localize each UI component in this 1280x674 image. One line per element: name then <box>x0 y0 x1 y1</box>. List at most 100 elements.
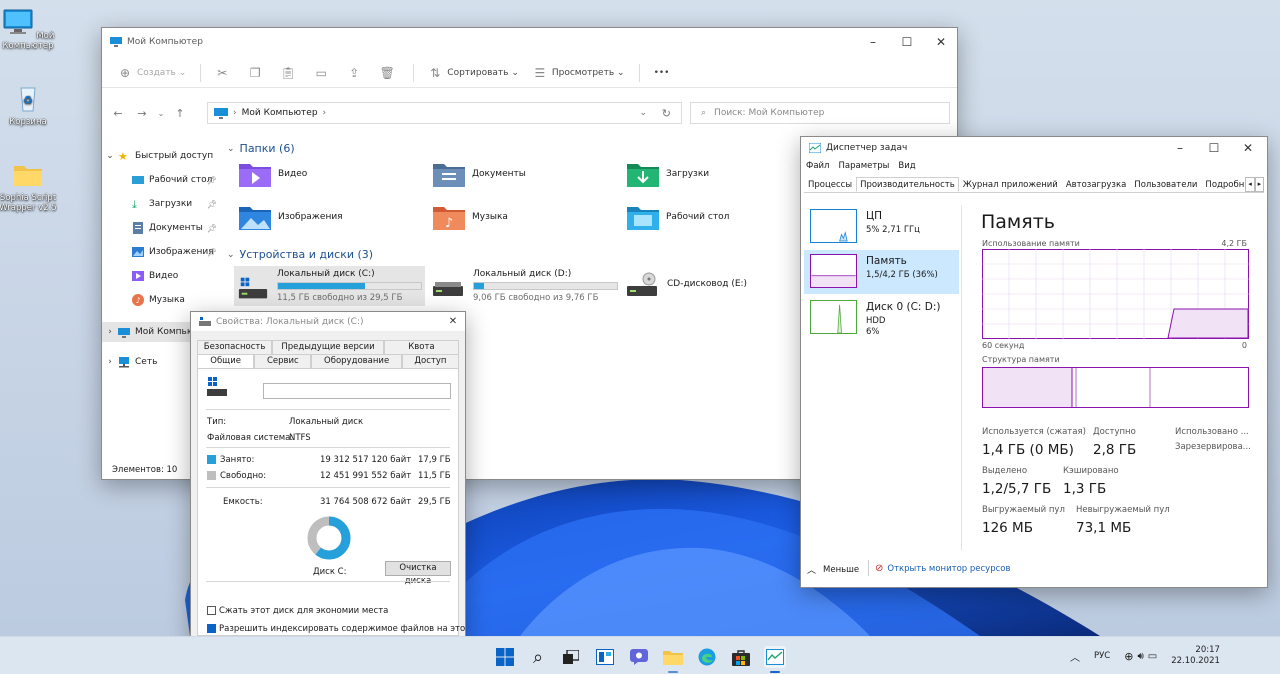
drive-name-input[interactable] <box>263 383 451 399</box>
music-folder-icon: ♪ <box>433 207 465 231</box>
drive-item-c[interactable]: Локальный диск (C:) 11,5 ГБ свободно из … <box>234 266 425 306</box>
copy-button[interactable]: ❐ <box>248 66 267 80</box>
speaker-icon[interactable]: 🔊︎ <box>1137 651 1143 662</box>
task-manager-window[interactable]: Диспетчер задач – ☐ ✕ Файл Параметры Вид… <box>800 136 1268 588</box>
cut-button[interactable]: ✂ <box>215 66 234 80</box>
search-input[interactable]: ⌕ Поиск: Мой Компьютер <box>690 102 950 124</box>
close-button[interactable]: ✕ <box>1231 137 1265 159</box>
properties-dialog[interactable]: Свойства: Локальный диск (C:) ✕ Безопасн… <box>190 311 466 641</box>
pin-icon: 📌︎ <box>206 199 217 209</box>
widgets-icon[interactable] <box>594 646 616 668</box>
view-button[interactable]: ☰ Просмотреть ⌄ <box>533 66 624 80</box>
compress-checkbox[interactable] <box>207 606 216 615</box>
compress-checkbox-row[interactable]: Сжать этот диск для экономии места <box>207 606 388 616</box>
chat-icon[interactable] <box>628 646 650 668</box>
menu-options[interactable]: Параметры <box>838 161 889 171</box>
address-bar[interactable]: › Мой Компьютер › ⌄ ↻ <box>207 102 682 124</box>
input-language[interactable]: РУС <box>1094 651 1110 661</box>
close-button[interactable]: ✕ <box>924 28 957 56</box>
desktop-icon-sophia-folder[interactable]: Sophia Script Wrapper v2.5 <box>0 160 58 213</box>
start-button[interactable] <box>494 646 516 668</box>
tab-scroll-left-icon[interactable]: ◂ <box>1245 177 1255 192</box>
desktop-icon-recycle-bin[interactable]: ♻ Корзина <box>0 84 58 127</box>
share-button[interactable]: ⇪ <box>347 66 366 80</box>
folder-item-downloads[interactable]: Загрузки <box>626 160 709 188</box>
paste-button[interactable]: 📋︎ <box>281 66 300 80</box>
nav-item-downloads[interactable]: ⤓ Загрузки 📌︎ <box>102 194 222 214</box>
drive-item-e[interactable]: CD-дисковод (E:) <box>625 266 747 300</box>
windows-logo-icon <box>496 648 514 666</box>
open-resource-monitor-link[interactable]: ⊘ Открыть монитор ресурсов <box>875 563 1011 574</box>
edge-icon[interactable] <box>696 646 718 668</box>
disk-cleanup-button[interactable]: Очистка диска <box>385 561 451 586</box>
minimize-button[interactable]: – <box>1163 137 1197 159</box>
folder-item-video[interactable]: Видео <box>238 160 307 188</box>
tab-quota[interactable]: Квота <box>383 340 459 354</box>
menu-file[interactable]: Файл <box>806 161 829 171</box>
tab-general[interactable]: Общие <box>197 354 255 368</box>
folder-item-music[interactable]: ♪ Музыка <box>432 203 508 231</box>
tab-previous-versions[interactable]: Предыдущие версии <box>272 340 384 354</box>
maximize-button[interactable]: ☐ <box>1197 137 1231 159</box>
perf-item-cpu[interactable]: ЦП 5% 2,71 ГГц <box>804 205 959 249</box>
file-explorer-taskbar-icon[interactable] <box>662 646 684 668</box>
back-arrow-icon[interactable]: ← <box>106 107 130 120</box>
picture-icon <box>132 247 144 257</box>
refresh-icon[interactable]: ↻ <box>662 107 671 120</box>
desktop-icon-my-computer[interactable]: Мой Компьютер <box>0 8 58 51</box>
index-checkbox-row[interactable]: Разрешить индексировать содержимое файло… <box>207 624 465 634</box>
perf-item-disk[interactable]: Диск 0 (C: D:) HDD 6% <box>804 296 959 344</box>
chevron-up-icon[interactable]: ︿ <box>1070 649 1080 664</box>
minimize-button[interactable]: – <box>856 28 890 56</box>
search-icon[interactable]: ⌕ <box>527 646 549 668</box>
forward-arrow-icon[interactable]: → <box>130 107 154 120</box>
folders-section-header[interactable]: ⌄ Папки (6) <box>227 142 295 155</box>
nav-quick-access[interactable]: ⌄ ★ Быстрый доступ <box>102 146 222 166</box>
drive-item-d[interactable]: Локальный диск (D:) 9,06 ГБ свободно из … <box>431 266 618 303</box>
nav-item-documents[interactable]: Документы 📌︎ <box>102 218 222 238</box>
disk-label: Диск C: <box>313 567 347 577</box>
breadcrumb-item[interactable]: Мой Компьютер <box>242 108 318 118</box>
tab-startup[interactable]: Автозагрузка <box>1062 177 1130 192</box>
perf-item-memory[interactable]: Память 1,5/4,2 ГБ (36%) <box>804 250 959 294</box>
menu-view[interactable]: Вид <box>898 161 915 171</box>
sort-button[interactable]: ⇅ Сортировать ⌄ <box>428 66 519 80</box>
clock[interactable]: 20:17 22.10.2021 <box>1171 645 1220 667</box>
fewer-details-button[interactable]: ︿ Меньше <box>807 563 859 577</box>
chevron-down-icon[interactable]: ⌄ <box>154 109 168 118</box>
globe-icon[interactable]: ⊕ <box>1124 650 1133 663</box>
nav-item-desktop[interactable]: Рабочий стол 📌︎ <box>102 170 222 190</box>
tab-users[interactable]: Пользователи <box>1130 177 1201 192</box>
tab-scroll-right-icon[interactable]: ▸ <box>1254 177 1264 192</box>
tab-details[interactable]: Подробно <box>1201 177 1245 192</box>
nav-item-video[interactable]: Видео <box>102 266 222 286</box>
up-arrow-icon[interactable]: ↑ <box>168 107 192 120</box>
explorer-titlebar[interactable]: Мой Компьютер <box>102 28 957 56</box>
create-button[interactable]: ⊕ Создать ⌄ <box>118 66 186 80</box>
folder-item-pictures[interactable]: Изображения <box>238 203 343 231</box>
task-manager-taskbar-icon[interactable] <box>764 646 786 668</box>
battery-icon[interactable]: ▭ <box>1148 651 1157 662</box>
rename-button[interactable]: ▭ <box>314 66 333 80</box>
folder-item-desktop[interactable]: Рабочий стол <box>626 203 729 231</box>
tab-performance[interactable]: Производительность <box>856 177 959 192</box>
task-view-icon[interactable] <box>560 646 582 668</box>
tab-sharing[interactable]: Доступ <box>401 354 459 368</box>
drives-section-header[interactable]: ⌄ Устройства и диски (3) <box>227 248 373 261</box>
index-checkbox[interactable] <box>207 624 216 633</box>
folder-item-documents[interactable]: Документы <box>432 160 526 188</box>
tab-app-history[interactable]: Журнал приложений <box>959 177 1062 192</box>
tab-security[interactable]: Безопасность <box>197 340 273 354</box>
properties-titlebar[interactable]: Свойства: Локальный диск (C:) <box>191 312 465 331</box>
tab-processes[interactable]: Процессы <box>804 177 856 192</box>
store-icon[interactable] <box>730 646 752 668</box>
nav-item-pictures[interactable]: Изображения 📌︎ <box>102 242 222 262</box>
delete-button[interactable]: 🗑︎ <box>380 66 399 80</box>
nav-item-music[interactable]: ♪ Музыка <box>102 290 222 310</box>
tab-tools[interactable]: Сервис <box>254 354 312 368</box>
maximize-button[interactable]: ☐ <box>890 28 924 56</box>
chevron-down-icon[interactable]: ⌄ <box>639 108 647 118</box>
close-button[interactable]: ✕ <box>441 312 465 331</box>
tab-hardware[interactable]: Оборудование <box>311 354 402 368</box>
more-button[interactable]: ••• <box>654 68 670 78</box>
